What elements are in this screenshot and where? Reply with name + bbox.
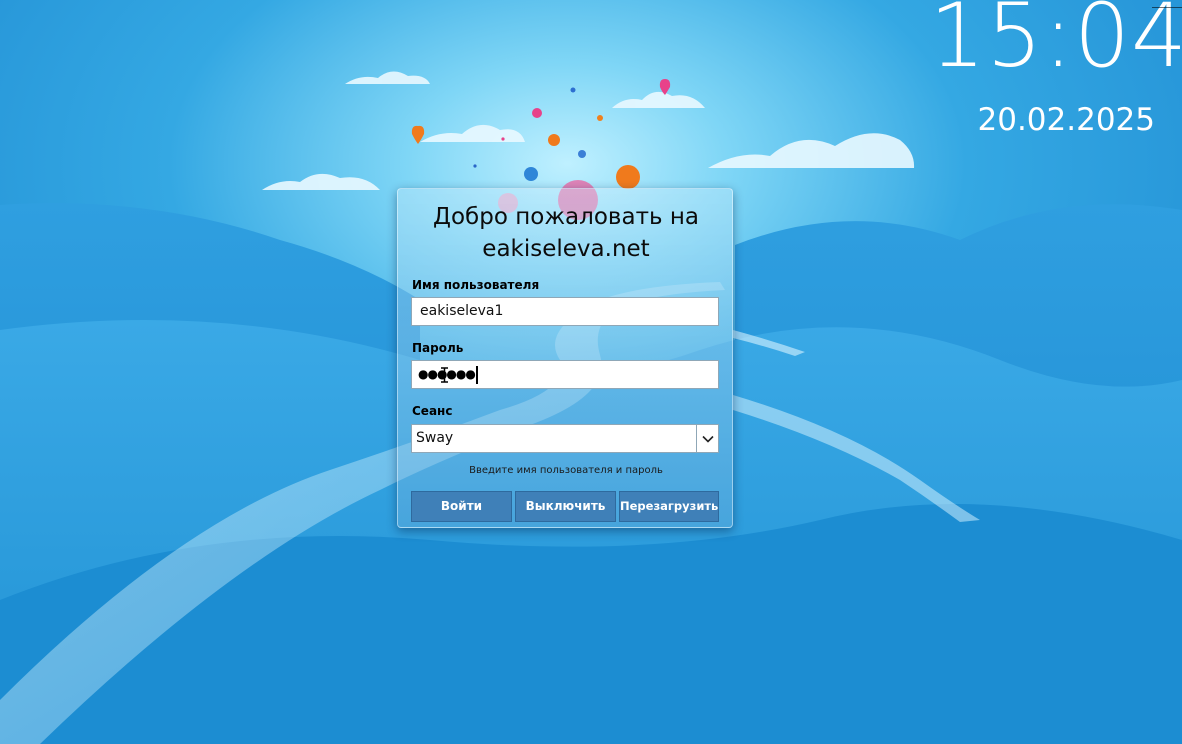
session-select[interactable]: Sway [411,424,719,453]
session-label: Сеанс [412,404,453,418]
clock-time: 15:04 [929,0,1182,87]
clock-date: 20.02.2025 [977,102,1156,138]
ibeam-cursor-icon [441,367,448,383]
reboot-button[interactable]: Перезагрузить [619,491,719,522]
welcome-title: Добро пожаловать на eakiseleva.net [398,201,734,265]
username-label: Имя пользователя [412,278,540,292]
login-panel: Добро пожаловать на eakiseleva.net Имя п… [397,188,733,528]
login-screen: 15:04 20.02.2025 Добро пожаловать на eak… [0,0,1182,744]
password-label: Пароль [412,341,464,355]
username-value: eakiseleva1 [420,303,504,319]
login-button[interactable]: Войти [411,491,512,522]
password-input[interactable]: ●●●●●● [411,360,719,389]
chevron-down-icon[interactable] [696,425,718,452]
status-message: Введите имя пользователя и пароль [469,465,663,476]
top-right-divider [1152,7,1182,8]
text-caret [475,365,478,384]
session-selected-value: Sway [416,430,454,446]
shutdown-button[interactable]: Выключить [515,491,616,522]
welcome-title-line1: Добро пожаловать на [433,204,699,230]
welcome-title-line2: eakiseleva.net [482,236,650,262]
username-input[interactable]: eakiseleva1 [411,297,719,326]
